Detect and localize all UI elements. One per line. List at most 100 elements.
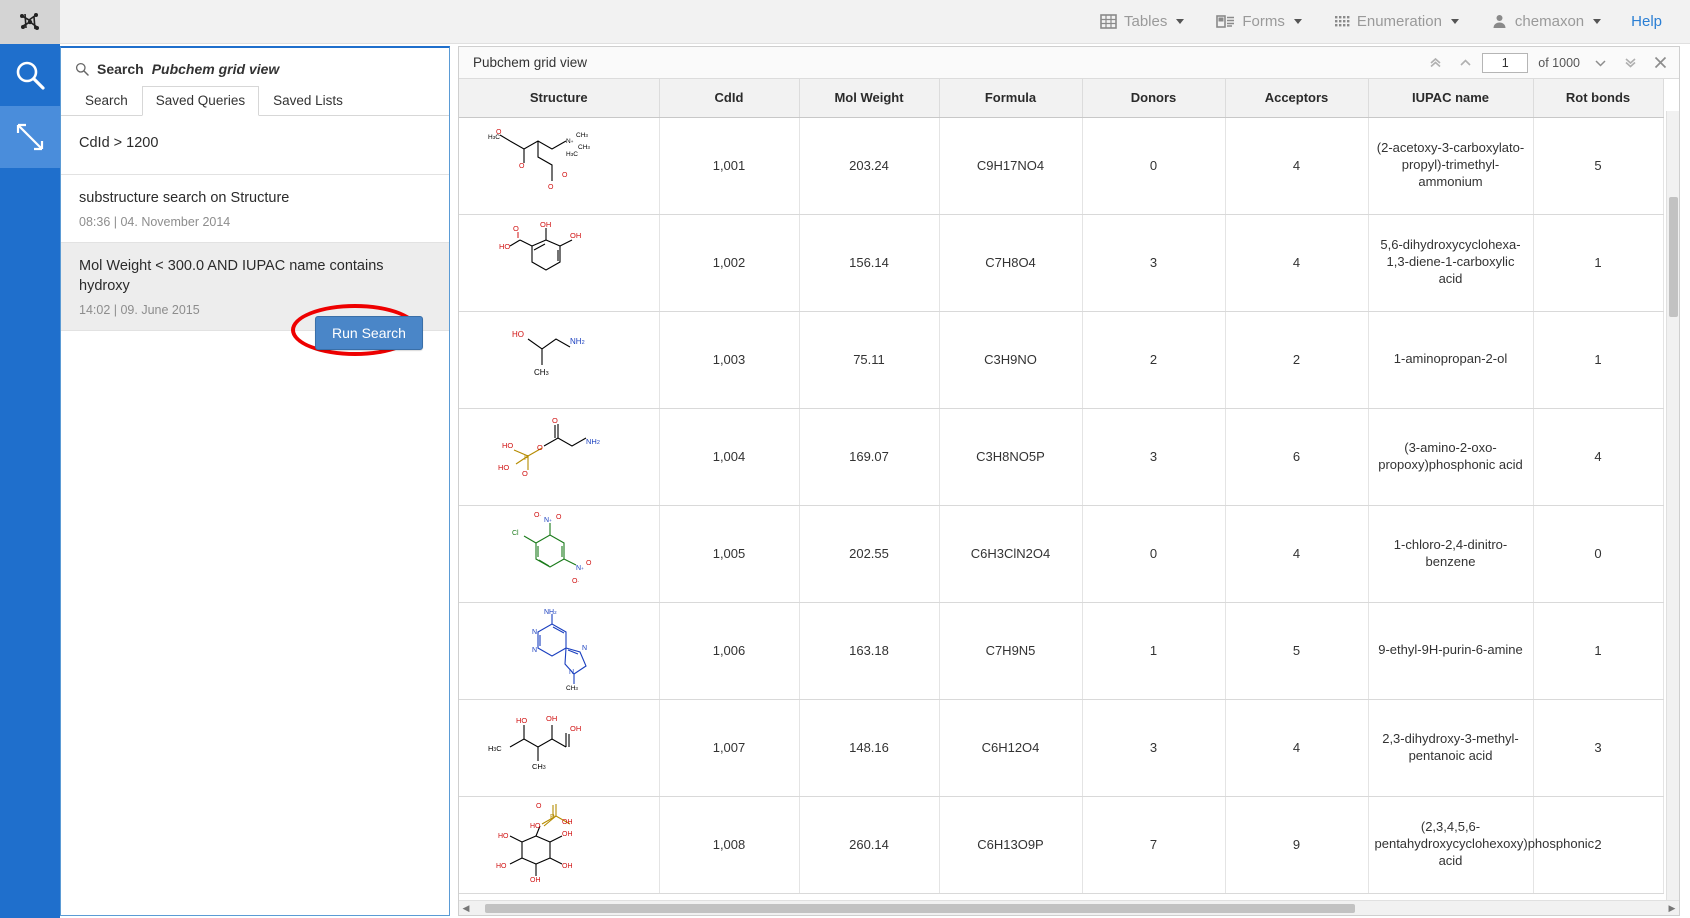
- rail-item-structure-editor[interactable]: [0, 106, 60, 168]
- table-row[interactable]: P O OH HO HO OH OH HO OH: [459, 796, 1663, 893]
- chevron-up-icon: [1458, 55, 1473, 70]
- tab-saved-lists[interactable]: Saved Lists: [259, 86, 357, 116]
- mol-weight-cell: 260.14: [799, 796, 939, 893]
- top-navigation: Tables Forms: [1084, 0, 1690, 44]
- svg-text:OH: OH: [540, 220, 551, 229]
- list-item[interactable]: substructure search on Structure 08:36 |…: [61, 175, 449, 244]
- column-header-structure[interactable]: Structure: [459, 79, 659, 117]
- table-row[interactable]: HO NH2 CH3 1,003 75.11 C3H9NO 2 2 1-amin…: [459, 311, 1663, 408]
- last-page-button[interactable]: [1617, 50, 1643, 76]
- chevron-down-icon: [1176, 19, 1184, 24]
- mol-weight-cell: 163.18: [799, 602, 939, 699]
- chemaxon-logo-icon[interactable]: [0, 0, 60, 44]
- list-item[interactable]: CdId > 1200: [61, 116, 449, 175]
- panel-title: Search Pubchem grid view: [61, 48, 449, 85]
- svg-text:O: O: [586, 560, 592, 567]
- formula-cell: C6H13O9P: [939, 796, 1082, 893]
- structure-cell[interactable]: OHO OHOH: [459, 214, 659, 311]
- table-row[interactable]: H3C HO OH OH CH3 1,007 148.16: [459, 699, 1663, 796]
- structure-cell[interactable]: H3C HO OH OH CH3: [459, 699, 659, 796]
- ethyl-purin-amine-structure: NH2 NN NN CH3: [466, 608, 651, 694]
- svg-text:NH2: NH2: [544, 609, 557, 616]
- svg-text:Cl: Cl: [512, 530, 519, 537]
- user-icon: [1491, 14, 1508, 29]
- table-row[interactable]: P O O HO HO O NH2 1,004: [459, 408, 1663, 505]
- nav-forms[interactable]: Forms: [1200, 0, 1318, 44]
- page-dropdown-button[interactable]: [1587, 50, 1613, 76]
- panel-tabs: Search Saved Queries Saved Lists: [61, 85, 449, 116]
- rot-bonds-cell: 5: [1533, 117, 1663, 214]
- chevron-down-icon: [1593, 19, 1601, 24]
- horizontal-scroll-thumb[interactable]: [485, 904, 1355, 913]
- rot-bonds-cell: 0: [1533, 505, 1663, 602]
- svg-text:O: O: [536, 803, 542, 810]
- search-icon: [75, 62, 89, 76]
- horizontal-scrollbar[interactable]: ◀ ▶: [459, 900, 1679, 915]
- help-link[interactable]: Help: [1617, 13, 1680, 30]
- column-header-cdid[interactable]: CdId: [659, 79, 799, 117]
- structure-cell[interactable]: NH2 NN NN CH3: [459, 602, 659, 699]
- formula-cell: C6H12O4: [939, 699, 1082, 796]
- cdid-cell: 1,007: [659, 699, 799, 796]
- tab-search[interactable]: Search: [71, 86, 142, 116]
- svg-text:H3C: H3C: [566, 151, 578, 158]
- column-header-iupac-name[interactable]: IUPAC name: [1368, 79, 1533, 117]
- svg-text:NH2: NH2: [570, 337, 585, 346]
- pentahydroxycyclohexoxy-phosphonic-acid-structure: P O OH HO HO OH OH HO OH: [466, 802, 651, 888]
- column-header-acceptors[interactable]: Acceptors: [1225, 79, 1368, 117]
- tab-saved-queries[interactable]: Saved Queries: [142, 86, 259, 116]
- scroll-left-arrow[interactable]: ◀: [459, 903, 473, 914]
- run-search-button[interactable]: Run Search: [315, 316, 423, 350]
- table-row[interactable]: Cl N+ O- O N+ O- O 1,005: [459, 505, 1663, 602]
- column-header-rot-bonds[interactable]: Rot bonds: [1533, 79, 1663, 117]
- svg-text:HO: HO: [502, 441, 513, 450]
- svg-text:HO: HO: [530, 823, 541, 830]
- iupac-name-cell: (2-acetoxy-3-carboxylato-propyl)-trimeth…: [1368, 117, 1533, 214]
- previous-page-button[interactable]: [1452, 50, 1478, 76]
- close-view-button[interactable]: [1647, 50, 1673, 76]
- panel-title-target: Pubchem grid view: [152, 61, 280, 77]
- svg-text:OH: OH: [570, 231, 581, 240]
- nav-user-menu[interactable]: chemaxon: [1475, 0, 1617, 44]
- mol-weight-cell: 169.07: [799, 408, 939, 505]
- vertical-scroll-thumb[interactable]: [1669, 197, 1678, 317]
- structure-diagonal-icon: [15, 122, 45, 152]
- chloro-dinitrobenzene-structure: Cl N+ O- O N+ O- O: [466, 511, 651, 597]
- run-search-area: Run Search: [291, 300, 441, 360]
- table-row[interactable]: OHO OHOH 1,002 156.14 C7H8O4 3 4 5,6-dih…: [459, 214, 1663, 311]
- svg-text:N: N: [582, 645, 587, 652]
- svg-text:O: O: [522, 469, 528, 478]
- acceptors-cell: 4: [1225, 699, 1368, 796]
- structure-cell[interactable]: OO OO H3C N+ CH3 H3C CH3: [459, 117, 659, 214]
- cdid-cell: 1,003: [659, 311, 799, 408]
- mol-weight-cell: 75.11: [799, 311, 939, 408]
- double-chevron-up-icon: [1428, 55, 1443, 70]
- nav-tables[interactable]: Tables: [1084, 0, 1200, 44]
- vertical-scrollbar[interactable]: [1666, 111, 1679, 915]
- column-header-mol-weight[interactable]: Mol Weight: [799, 79, 939, 117]
- rot-bonds-cell: 4: [1533, 408, 1663, 505]
- nav-enumeration[interactable]: Enumeration: [1318, 0, 1475, 44]
- structure-cell[interactable]: HO NH2 CH3: [459, 311, 659, 408]
- page-number-input[interactable]: [1482, 53, 1528, 73]
- page-total-label: of 1000: [1532, 56, 1583, 70]
- structure-cell[interactable]: Cl N+ O- O N+ O- O: [459, 505, 659, 602]
- structure-cell[interactable]: P O OH HO HO OH OH HO OH: [459, 796, 659, 893]
- first-page-button[interactable]: [1422, 50, 1448, 76]
- rail-item-search[interactable]: [0, 44, 60, 106]
- formula-cell: C7H8O4: [939, 214, 1082, 311]
- table-row[interactable]: OO OO H3C N+ CH3 H3C CH3: [459, 117, 1663, 214]
- column-header-formula[interactable]: Formula: [939, 79, 1082, 117]
- nav-forms-label: Forms: [1242, 13, 1285, 30]
- svg-text:CH3: CH3: [534, 368, 549, 377]
- rot-bonds-cell: 1: [1533, 311, 1663, 408]
- table-row[interactable]: NH2 NN NN CH3 1,006 163.18 C7H9N5 1 5: [459, 602, 1663, 699]
- horizontal-scroll-track[interactable]: [473, 901, 1665, 916]
- iupac-name-cell: (2,3,4,5,6-pentahydroxycyclohexoxy)phosp…: [1368, 796, 1533, 893]
- structure-cell[interactable]: P O O HO HO O NH2: [459, 408, 659, 505]
- column-header-donors[interactable]: Donors: [1082, 79, 1225, 117]
- svg-text:CH3: CH3: [576, 132, 588, 139]
- scroll-right-arrow[interactable]: ▶: [1665, 903, 1679, 914]
- rot-bonds-cell: 3: [1533, 699, 1663, 796]
- svg-text:OH: OH: [562, 819, 573, 826]
